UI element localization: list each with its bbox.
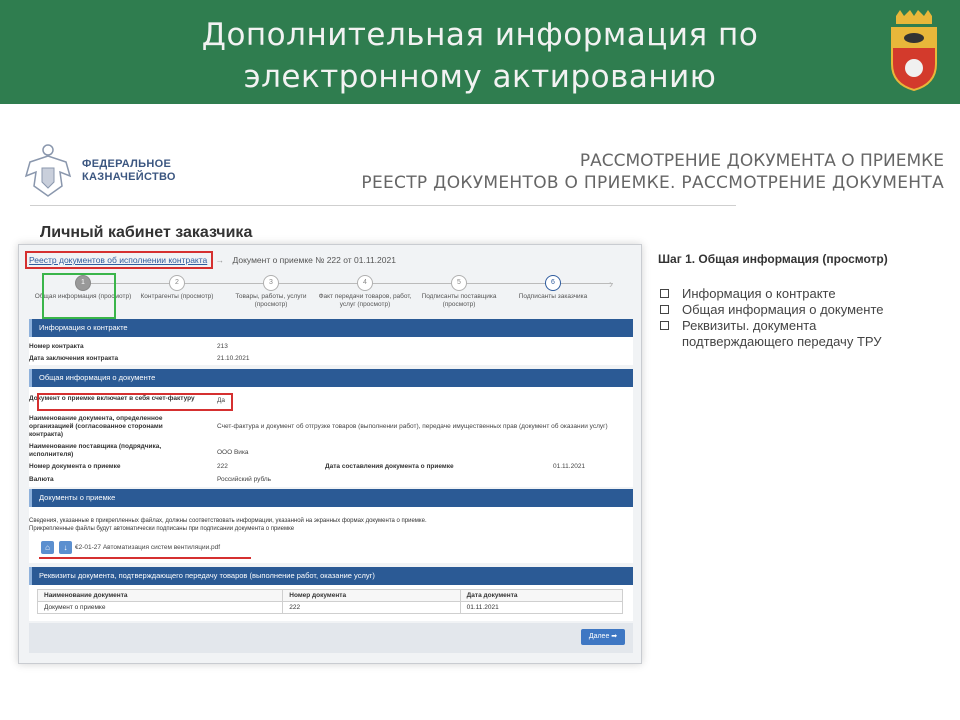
download-icon[interactable]: ↓ xyxy=(59,541,72,554)
currency-label: Валюта xyxy=(29,476,54,483)
step-4-number: 4 xyxy=(357,275,373,291)
attached-file-link[interactable]: €2-01-27 Автоматизация систем вентиляции… xyxy=(75,544,220,551)
step-title: Шаг 1. Общая информация (просмотр) xyxy=(658,252,888,266)
list-item-text: Реквизиты. документа подтверждающего пер… xyxy=(682,318,882,349)
step-6-label: Подписанты заказчика xyxy=(518,293,588,300)
documents-note-1: Сведения, указанные в прикрепленных файл… xyxy=(29,518,427,524)
column-document-name: Наименование документа xyxy=(36,589,284,602)
cell-document-name: Документ о приемке xyxy=(36,601,284,614)
list-item: Информация о контракте xyxy=(660,286,912,302)
list-item-text: Общая информация о документе xyxy=(682,302,884,317)
chevron-right-icon: › xyxy=(609,277,613,291)
home-icon[interactable]: ⌂ xyxy=(41,541,54,554)
step-4-label: Факт передачи товаров, работ, услуг (про… xyxy=(318,293,412,308)
checkbox-bullet-icon xyxy=(660,305,669,314)
org-name-line2: КАЗНАЧЕЙСТВО xyxy=(82,171,176,183)
highlight-breadcrumb-box xyxy=(25,251,213,269)
checkbox-bullet-icon xyxy=(660,321,669,330)
next-button[interactable]: Далее ➡ xyxy=(581,629,625,645)
heading-line2: РЕЕСТР ДОКУМЕНТОВ О ПРИЕМКЕ. РАССМОТРЕНИ… xyxy=(361,173,944,193)
app-screenshot: Реестр документов об исполнении контракт… xyxy=(18,244,642,664)
step-3-number: 3 xyxy=(263,275,279,291)
contract-info-header: Информация о контракте xyxy=(29,319,633,337)
cabinet-title: Личный кабинет заказчика xyxy=(40,224,253,241)
step-2[interactable]: 2 Контрагенты (просмотр) xyxy=(127,275,227,301)
org-name: ФЕДЕРАЛЬНОЕ КАЗНАЧЕЙСТВО xyxy=(82,158,176,184)
acceptance-date-label: Дата составления документа о приемке xyxy=(325,463,454,470)
step-items-list: Информация о контракте Общая информация … xyxy=(660,286,912,350)
contract-number-label: Номер контракта xyxy=(29,343,84,350)
section-heading: РАССМОТРЕНИЕ ДОКУМЕНТА О ПРИЕМКЕ РЕЕСТР … xyxy=(361,150,944,194)
form-footer: Далее ➡ xyxy=(29,623,633,653)
org-name-line1: ФЕДЕРАЛЬНОЕ xyxy=(82,158,172,170)
list-item: Общая информация о документе xyxy=(660,302,912,318)
step-5-label: Подписанты поставщика (просмотр) xyxy=(421,293,497,308)
document-name-label: Наименование документа, определенное орг… xyxy=(29,415,163,438)
divider xyxy=(30,205,736,206)
step-5-number: 5 xyxy=(451,275,467,291)
slide-title: Дополнительная информация по электронном… xyxy=(120,14,840,98)
step-2-label: Контрагенты (просмотр) xyxy=(140,293,214,300)
wizard-steps: › 1 Общая информация (просмотр) 2 Контра… xyxy=(33,275,627,319)
currency-value: Российский рубль xyxy=(217,476,272,483)
acceptance-date-value: 01.11.2021 xyxy=(553,463,586,470)
contract-info-panel xyxy=(29,337,633,365)
step-5[interactable]: 5 Подписанты поставщика (просмотр) xyxy=(409,275,509,309)
coat-of-arms-icon xyxy=(891,10,937,92)
highlight-file-underline xyxy=(39,557,251,559)
document-name-value: Счет-фактура и документ об отгрузке това… xyxy=(217,423,608,430)
checkbox-bullet-icon xyxy=(660,289,669,298)
step-3-label: Товары, работы, услуги (просмотр) xyxy=(235,293,307,308)
cell-document-date: 01.11.2021 xyxy=(459,601,624,614)
requisites-table: Наименование документа Номер документа Д… xyxy=(36,589,624,614)
column-document-number: Номер документа xyxy=(282,589,461,602)
next-button-label: Далее xyxy=(588,633,610,640)
documents-header: Документы о приемке xyxy=(29,489,633,507)
slide-header: Дополнительная информация по электронном… xyxy=(0,0,960,104)
breadcrumb-current: Документ о приемке № 222 от 01.11.2021 xyxy=(232,255,396,265)
acceptance-number-label: Номер документа о приемке xyxy=(29,463,121,470)
requisites-header: Реквизиты документа, подтверждающего пер… xyxy=(29,567,633,585)
table-header-row: Наименование документа Номер документа Д… xyxy=(36,589,624,602)
contract-number-value: 213 xyxy=(217,343,228,350)
eagle-emblem-icon xyxy=(24,144,72,197)
cell-document-number: 222 xyxy=(282,601,461,614)
contract-date-label: Дата заключения контракта xyxy=(29,355,119,362)
breadcrumb-arrow-icon: → xyxy=(215,255,225,265)
arrow-right-icon: ➡ xyxy=(611,633,618,640)
highlight-step-box xyxy=(42,273,116,319)
column-document-date: Дата документа xyxy=(459,589,624,602)
documents-panel xyxy=(29,507,633,563)
list-item-text: Информация о контракте xyxy=(682,286,836,301)
slide-title-line1: Дополнительная информация по xyxy=(201,17,759,53)
step-6[interactable]: 6 Подписанты заказчика xyxy=(503,275,603,301)
table-row: Документ о приемке 222 01.11.2021 xyxy=(36,601,624,614)
highlight-invoice-box xyxy=(37,393,233,411)
supplier-label: Наименование поставщика (подрядчика, исп… xyxy=(29,443,162,458)
list-item: Реквизиты. документа подтверждающего пер… xyxy=(660,318,912,350)
documents-note-2: Прикрепленные файлы будут автоматически … xyxy=(29,526,295,532)
general-info-header: Общая информация о документе xyxy=(29,369,633,387)
contract-date-value: 21.10.2021 xyxy=(217,355,250,362)
step-3[interactable]: 3 Товары, работы, услуги (просмотр) xyxy=(221,275,321,309)
step-2-number: 2 xyxy=(169,275,185,291)
slide-title-line2: электронному актированию xyxy=(243,59,717,95)
acceptance-number-value: 222 xyxy=(217,463,228,470)
step-4[interactable]: 4 Факт передачи товаров, работ, услуг (п… xyxy=(315,275,415,309)
heading-line1: РАССМОТРЕНИЕ ДОКУМЕНТА О ПРИЕМКЕ xyxy=(579,151,944,171)
step-6-number: 6 xyxy=(545,275,561,291)
supplier-value: ООО Вика xyxy=(217,449,249,456)
